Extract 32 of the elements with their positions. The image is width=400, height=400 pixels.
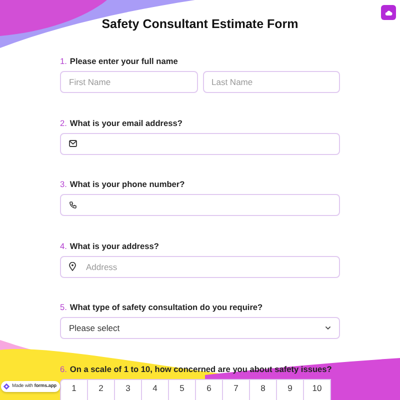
cloud-icon [384,10,392,16]
mail-icon [69,140,77,147]
phone-icon [69,201,77,209]
question-number: 5. [60,302,67,312]
scale-option[interactable]: 9 [276,378,304,400]
scale-option[interactable]: 5 [168,378,196,400]
cloud-button[interactable] [381,5,396,20]
question-label: What is your phone number? [70,179,185,189]
location-pin-icon [69,262,76,271]
form-title: Safety Consultant Estimate Form [102,16,298,33]
question-label: What is your email address? [70,118,182,128]
input-field[interactable] [60,194,340,216]
question-number: 6. [60,364,67,374]
question-label: Please enter your full name [70,56,178,66]
question-number: 3. [60,179,67,189]
scale-option[interactable]: 3 [114,378,142,400]
input-field[interactable] [60,132,340,154]
question-number: 1. [60,56,67,66]
select-dropdown[interactable]: Please select [60,317,340,339]
logo-icon [3,383,10,390]
scale-option[interactable]: 8 [249,378,277,400]
scale-option[interactable]: 7 [222,378,250,400]
scale-option[interactable]: 10 [303,378,331,400]
scale-option[interactable]: 2 [87,378,115,400]
chevron-down-icon [325,326,331,330]
scale-option[interactable]: 1 [60,378,88,400]
question-number: 2. [60,118,67,128]
question-label: What type of safety consultation do you require? [70,302,263,312]
question-number: 4. [60,240,67,250]
question-label: What is your address? [70,240,159,250]
scale-option[interactable]: 4 [141,378,169,400]
scale-option[interactable]: 6 [195,378,223,400]
